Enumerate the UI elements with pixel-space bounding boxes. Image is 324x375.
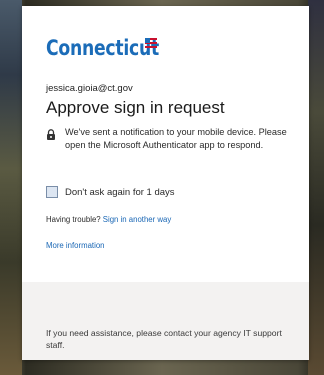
background-left-strip [0,0,22,375]
flag-icon [145,38,157,48]
having-trouble-text: Having trouble? [46,215,103,224]
page-title: Approve sign in request [46,98,225,117]
more-information-link[interactable]: More information [46,241,105,250]
sign-in-card: Connecticut jessica.gioia@ct.gov Approve… [22,6,309,360]
account-email: jessica.gioia@ct.gov [46,83,133,94]
assistance-text: If you need assistance, please contact y… [46,328,282,350]
sign-in-another-way-link[interactable]: Sign in another way [103,215,171,224]
dont-ask-again-checkbox[interactable] [46,186,58,198]
dont-ask-again-label: Don't ask again for 1 days [65,186,175,198]
card-footer: If you need assistance, please contact y… [22,282,309,360]
card-body: Connecticut jessica.gioia@ct.gov Approve… [22,6,309,282]
background-right-strip [308,0,324,375]
having-trouble-line: Having trouble? Sign in another way [46,215,171,224]
notice-text: We've sent a notification to your mobile… [65,127,287,150]
dont-ask-again-row[interactable]: Don't ask again for 1 days [46,186,175,198]
logo-text: Connecticut [46,36,160,60]
lock-icon [47,129,55,140]
connecticut-logo: Connecticut [46,36,184,60]
